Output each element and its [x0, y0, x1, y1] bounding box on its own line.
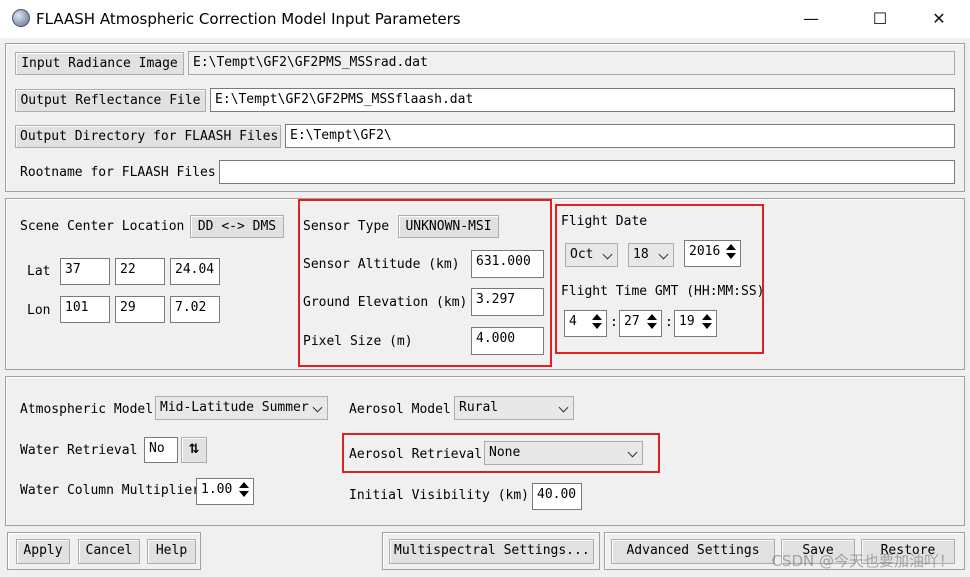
- output-reflectance-button[interactable]: Output Reflectance File: [15, 89, 206, 112]
- rootname-label: Rootname for FLAASH Files: [20, 165, 216, 180]
- app-icon: [12, 9, 30, 27]
- lon-degrees-field[interactable]: 101: [60, 296, 110, 323]
- window-title: FLAASH Atmospheric Correction Model Inpu…: [36, 10, 461, 28]
- initial-visibility-field[interactable]: 40.00: [532, 483, 582, 510]
- flight-time-label: Flight Time GMT (HH:MM:SS): [561, 284, 765, 299]
- lat-seconds-field[interactable]: 24.04: [170, 258, 220, 285]
- aerosol-retrieval-select[interactable]: None: [484, 441, 643, 465]
- aerosol-retrieval-value: None: [489, 445, 521, 460]
- atmospheric-model-value: Mid-Latitude Summer: [160, 400, 309, 415]
- lat-minutes-field[interactable]: 22: [115, 258, 165, 285]
- advanced-settings-button[interactable]: Advanced Settings: [611, 539, 775, 564]
- initial-visibility-label: Initial Visibility (km): [349, 488, 530, 503]
- ground-elevation-label: Ground Elevation (km): [303, 295, 468, 310]
- spinner-arrows-icon[interactable]: [589, 312, 605, 332]
- lat-degrees-field[interactable]: 37: [60, 258, 110, 285]
- flight-day-value: 18: [633, 247, 649, 262]
- input-radiance-button[interactable]: Input Radiance Image: [15, 52, 184, 75]
- sensor-altitude-label: Sensor Altitude (km): [303, 257, 460, 272]
- atmospheric-model-select[interactable]: Mid-Latitude Summer: [155, 396, 328, 420]
- lat-label: Lat: [27, 264, 51, 279]
- water-retrieval-label: Water Retrieval: [20, 443, 138, 458]
- scene-center-label: Scene Center Location: [20, 219, 185, 234]
- apply-button[interactable]: Apply: [16, 539, 70, 564]
- toggle-arrows-icon[interactable]: ⇅: [181, 437, 207, 463]
- sensor-altitude-field[interactable]: 631.000: [471, 250, 544, 278]
- sensor-type-button[interactable]: UNKNOWN-MSI: [398, 215, 499, 238]
- spinner-arrows-icon[interactable]: [236, 480, 252, 500]
- input-radiance-field[interactable]: E:\Tempt\GF2\GF2PMS_MSSrad.dat: [188, 51, 955, 75]
- time-separator: :: [665, 315, 673, 330]
- help-button[interactable]: Help: [147, 539, 196, 564]
- aerosol-model-label: Aerosol Model: [349, 402, 451, 417]
- minimize-button[interactable]: —: [788, 0, 834, 38]
- pixel-size-field[interactable]: 4.000: [471, 327, 544, 355]
- spinner-arrows-icon[interactable]: [723, 242, 739, 262]
- flight-date-label: Flight Date: [561, 214, 648, 229]
- lon-minutes-field[interactable]: 29: [115, 296, 165, 323]
- chevron-down-icon: [627, 447, 638, 458]
- sensor-type-label: Sensor Type: [303, 219, 390, 234]
- aerosol-model-select[interactable]: Rural: [454, 396, 574, 420]
- atmospheric-model-label: Atmospheric Model: [20, 402, 154, 417]
- flight-month-value: Oct: [570, 247, 594, 262]
- chevron-down-icon: [312, 402, 323, 413]
- chevron-down-icon: [602, 249, 613, 260]
- dd-dms-button[interactable]: DD <-> DMS: [190, 215, 284, 238]
- close-button[interactable]: ✕: [916, 0, 962, 38]
- flight-minute-spinner[interactable]: 27: [619, 310, 662, 337]
- water-multiplier-label: Water Column Multiplier: [20, 483, 201, 498]
- flight-year-value: 2016: [689, 244, 721, 259]
- time-separator: :: [610, 315, 618, 330]
- aerosol-retrieval-label: Aerosol Retrieval: [349, 447, 483, 462]
- rootname-field[interactable]: [219, 160, 955, 184]
- flight-day-select[interactable]: 18: [628, 243, 674, 267]
- flight-year-spinner[interactable]: 2016: [684, 240, 741, 267]
- water-multiplier-value: 1.00: [201, 482, 233, 497]
- cancel-button[interactable]: Cancel: [78, 539, 140, 564]
- output-directory-button[interactable]: Output Directory for FLAASH Files: [15, 125, 281, 148]
- chevron-down-icon: [558, 402, 569, 413]
- chevron-down-icon: [658, 249, 669, 260]
- spinner-arrows-icon[interactable]: [699, 312, 715, 332]
- aerosol-model-value: Rural: [459, 400, 499, 415]
- multispectral-settings-button[interactable]: Multispectral Settings...: [389, 539, 594, 564]
- water-retrieval-field[interactable]: No: [144, 437, 178, 463]
- title-bar: FLAASH Atmospheric Correction Model Inpu…: [0, 0, 970, 38]
- watermark: CSDN @今天也要加油吖！: [771, 552, 954, 570]
- pixel-size-label: Pixel Size (m): [303, 334, 413, 349]
- maximize-button[interactable]: ☐: [857, 0, 903, 38]
- output-directory-field[interactable]: E:\Tempt\GF2\: [285, 124, 955, 148]
- lon-seconds-field[interactable]: 7.02: [170, 296, 220, 323]
- spinner-arrows-icon[interactable]: [644, 312, 660, 332]
- flight-second-value: 19: [679, 314, 695, 329]
- flight-minute-value: 27: [624, 314, 640, 329]
- water-multiplier-spinner[interactable]: 1.00: [196, 478, 254, 505]
- flight-hour-value: 4: [569, 314, 577, 329]
- output-reflectance-field[interactable]: E:\Tempt\GF2\GF2PMS_MSSflaash.dat: [210, 88, 955, 112]
- flight-hour-spinner[interactable]: 4: [564, 310, 607, 337]
- lon-label: Lon: [27, 303, 51, 318]
- ground-elevation-field[interactable]: 3.297: [471, 288, 544, 316]
- flight-second-spinner[interactable]: 19: [674, 310, 717, 337]
- flight-month-select[interactable]: Oct: [565, 243, 618, 267]
